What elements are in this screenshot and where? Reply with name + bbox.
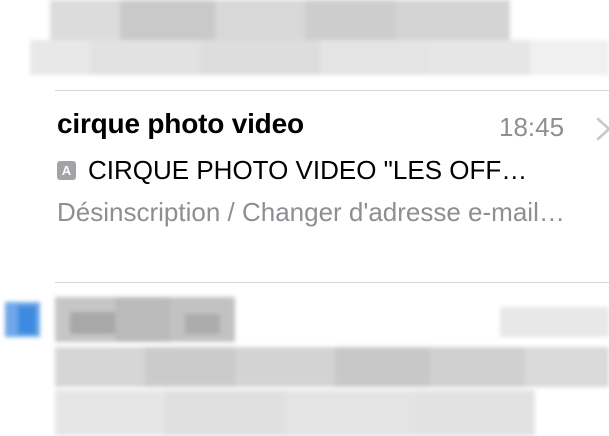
mail-preview: Désinscription / Changer d'adresse e-mai… xyxy=(57,197,565,227)
sender-name: cirque photo video xyxy=(57,108,304,139)
obscured-mail-row-next[interactable] xyxy=(0,292,609,436)
to-me-badge-icon: A xyxy=(57,161,76,180)
received-time: 18:45 xyxy=(499,112,565,142)
row-separator xyxy=(55,90,609,91)
obscured-mail-row-previous[interactable] xyxy=(0,0,609,88)
subject-row: A CIRQUE PHOTO VIDEO "LES OFF… xyxy=(57,155,527,186)
row-separator xyxy=(55,282,609,283)
mail-subject: CIRQUE PHOTO VIDEO "LES OFF… xyxy=(88,155,528,185)
chevron-right-icon xyxy=(596,117,609,141)
